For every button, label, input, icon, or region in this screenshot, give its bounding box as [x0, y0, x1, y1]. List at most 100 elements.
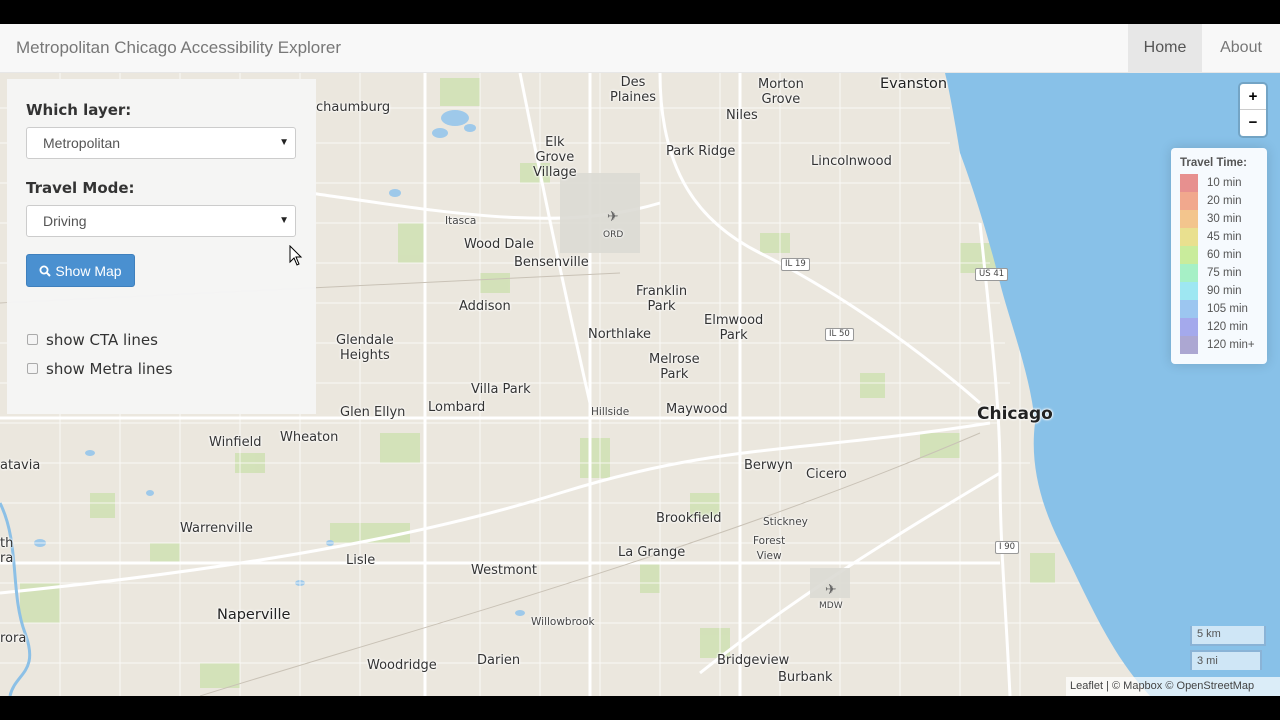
place-ord: ORD	[603, 230, 624, 240]
nav-home-link[interactable]: Home	[1128, 24, 1202, 72]
place-glendale-heights: Glendale Heights	[336, 333, 394, 363]
search-icon	[39, 265, 52, 277]
place-franklin-park: Franklin Park	[636, 284, 688, 314]
airport-icon: ✈	[607, 208, 619, 224]
place-darien: Darien	[477, 653, 521, 668]
legend-label: 10 min	[1207, 177, 1242, 189]
place-hillside: Hillside	[591, 406, 630, 418]
legend-label: 120 min	[1207, 321, 1248, 333]
place-winfield: Winfield	[209, 435, 262, 450]
legend-label: 75 min	[1207, 267, 1242, 279]
place-warrenville: Warrenville	[180, 521, 253, 536]
shield-us41: US 41	[975, 268, 1009, 281]
place-north-edge: th ra	[0, 536, 14, 566]
cta-label[interactable]: show CTA lines	[46, 331, 158, 349]
legend-label: 105 min	[1207, 303, 1248, 315]
travel-mode-label: Travel Mode:	[26, 179, 135, 197]
place-morton-grove: Morton Grove	[758, 77, 804, 107]
travel-mode-select[interactable]: Driving ▼	[26, 205, 296, 237]
metra-checkbox[interactable]	[27, 363, 38, 374]
legend-swatch	[1180, 282, 1198, 300]
legend-label: 60 min	[1207, 249, 1242, 261]
caret-down-icon: ▼	[279, 137, 289, 148]
travel-time-legend: Travel Time: 10 min 20 min 30 min 45 min 60 …	[1171, 148, 1267, 364]
legend-swatch	[1180, 318, 1198, 336]
legend-swatch	[1180, 264, 1198, 282]
place-itasca: Itasca	[445, 215, 477, 227]
place-burbank: Burbank	[778, 670, 833, 685]
place-brookfield: Brookfield	[656, 511, 722, 526]
zoom-control: + −	[1240, 84, 1266, 136]
legend-swatch	[1180, 300, 1198, 318]
shield-i90: I 90	[995, 541, 1020, 554]
legend-swatch	[1180, 210, 1198, 228]
place-northlake: Northlake	[588, 327, 652, 342]
place-batavia: atavia	[0, 458, 41, 473]
place-stickney: Stickney	[763, 516, 808, 528]
place-lisle: Lisle	[346, 553, 376, 568]
airport-icon: ✈	[825, 581, 837, 597]
map-attribution[interactable]: Leaflet | © Mapbox © OpenStreetMap	[1066, 677, 1280, 696]
show-map-button[interactable]: Show Map	[26, 254, 135, 287]
legend-label: 20 min	[1207, 195, 1242, 207]
place-elk-grove-village: Elk Grove Village	[533, 135, 577, 180]
place-mdw: MDW	[819, 601, 843, 611]
place-park-ridge: Park Ridge	[666, 144, 736, 159]
place-niles: Niles	[726, 108, 758, 123]
place-chicago: Chicago	[977, 404, 1053, 424]
legend-label: 30 min	[1207, 213, 1242, 225]
legend-swatch	[1180, 228, 1198, 246]
place-schaumburg: chaumburg	[316, 100, 391, 115]
place-bensenville: Bensenville	[514, 255, 589, 270]
legend-swatch	[1180, 174, 1198, 192]
place-addison: Addison	[459, 299, 511, 314]
scale-mi: 3 mi	[1190, 650, 1262, 670]
place-wheaton: Wheaton	[280, 430, 339, 445]
legend-swatch	[1180, 336, 1198, 354]
zoom-out-button[interactable]: −	[1240, 110, 1266, 136]
app-title[interactable]: Metropolitan Chicago Accessibility Explo…	[16, 38, 341, 58]
place-melrose-park: Melrose Park	[649, 352, 700, 382]
map-view[interactable]: Des Plaines Morton Grove Evanston chaumb…	[0, 73, 1280, 696]
legend-swatch	[1180, 246, 1198, 264]
zoom-in-button[interactable]: +	[1240, 84, 1266, 110]
travel-mode-value: Driving	[43, 213, 87, 229]
place-berwyn: Berwyn	[744, 458, 793, 473]
layer-select[interactable]: Metropolitan ▼	[26, 127, 296, 159]
place-des-plaines: Des Plaines	[610, 75, 657, 105]
place-lincolnwood: Lincolnwood	[811, 154, 892, 169]
navbar: Metropolitan Chicago Accessibility Explo…	[0, 24, 1280, 73]
legend-title: Travel Time:	[1180, 157, 1247, 169]
place-villa-park: Villa Park	[471, 382, 531, 397]
place-westmont: Westmont	[471, 563, 537, 578]
place-forest-view: Forest View	[753, 535, 786, 562]
place-maywood: Maywood	[666, 402, 728, 417]
shield-il50: IL 50	[825, 328, 854, 341]
shield-il19: IL 19	[781, 258, 810, 271]
layer-label: Which layer:	[26, 101, 132, 119]
nav-about-link[interactable]: About	[1202, 24, 1280, 72]
scale-km: 5 km	[1190, 626, 1266, 646]
control-panel: Which layer: Metropolitan ▼ Travel Mode:…	[7, 79, 316, 414]
place-bridgeview: Bridgeview	[717, 653, 790, 668]
mouse-cursor-icon	[289, 245, 303, 266]
place-naperville: Naperville	[217, 607, 291, 623]
place-la-grange: La Grange	[618, 545, 686, 560]
app-window: Metropolitan Chicago Accessibility Explo…	[0, 24, 1280, 696]
show-map-label: Show Map	[55, 262, 122, 279]
place-willowbrook: Willowbrook	[531, 616, 595, 628]
place-wood-dale: Wood Dale	[464, 237, 534, 252]
cta-checkbox[interactable]	[27, 334, 38, 345]
legend-label: 45 min	[1207, 231, 1242, 243]
place-evanston: Evanston	[880, 76, 948, 92]
metra-label[interactable]: show Metra lines	[46, 360, 173, 378]
place-glen-ellyn: Glen Ellyn	[340, 405, 406, 420]
caret-down-icon: ▼	[279, 215, 289, 226]
legend-label: 90 min	[1207, 285, 1242, 297]
place-lombard: Lombard	[428, 400, 486, 415]
legend-swatch	[1180, 192, 1198, 210]
place-aurora: rora	[0, 631, 27, 646]
layer-select-value: Metropolitan	[43, 135, 121, 151]
place-woodridge: Woodridge	[367, 658, 437, 673]
place-elmwood-park: Elmwood Park	[704, 313, 764, 343]
